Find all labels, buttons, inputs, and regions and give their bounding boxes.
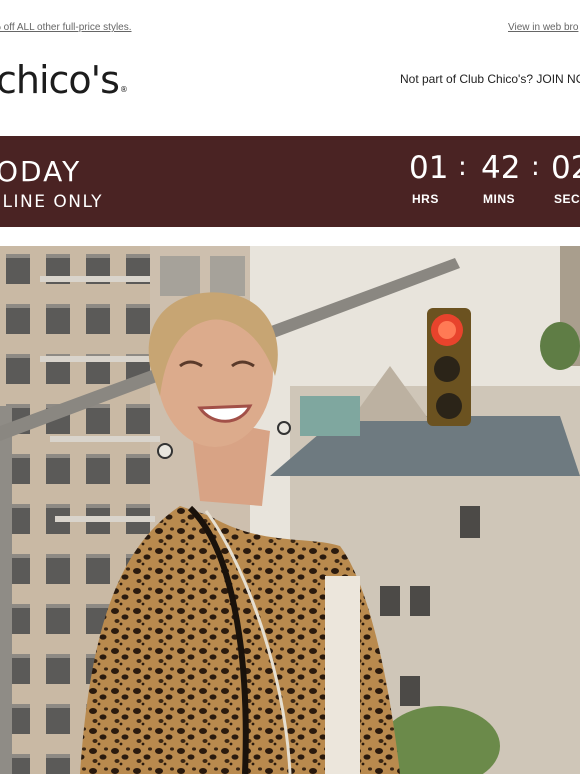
- countdown-separator: :: [458, 152, 467, 182]
- countdown-seconds: 02: [551, 150, 580, 186]
- chicos-logo[interactable]: chico's®: [0, 58, 128, 102]
- sale-subhead: ILINE ONLY: [0, 192, 104, 212]
- countdown-banner[interactable]: ODAY ILINE ONLY 01 HRS : 42 MINS : 02 SE…: [0, 136, 580, 227]
- countdown-hours: 01: [409, 150, 449, 186]
- view-in-browser-link[interactable]: View in web bro: [508, 22, 578, 33]
- logo-text: chico's: [0, 58, 120, 102]
- join-club-link[interactable]: Not part of Club Chico's? JOIN NO: [400, 72, 580, 86]
- hero-illustration: [0, 246, 580, 774]
- preheader: % off ALL other full-price styles. View …: [0, 22, 580, 38]
- countdown-hours-label: HRS: [412, 192, 439, 206]
- registered-mark: ®: [119, 85, 128, 94]
- preheader-offer-link[interactable]: % off ALL other full-price styles.: [0, 22, 132, 33]
- sale-headline: ODAY: [0, 155, 82, 188]
- hero-photo[interactable]: [0, 246, 580, 774]
- countdown-seconds-label: SECS: [554, 192, 580, 206]
- countdown-minutes: 42: [481, 150, 521, 186]
- countdown-separator: :: [531, 152, 540, 182]
- countdown-minutes-label: MINS: [483, 192, 515, 206]
